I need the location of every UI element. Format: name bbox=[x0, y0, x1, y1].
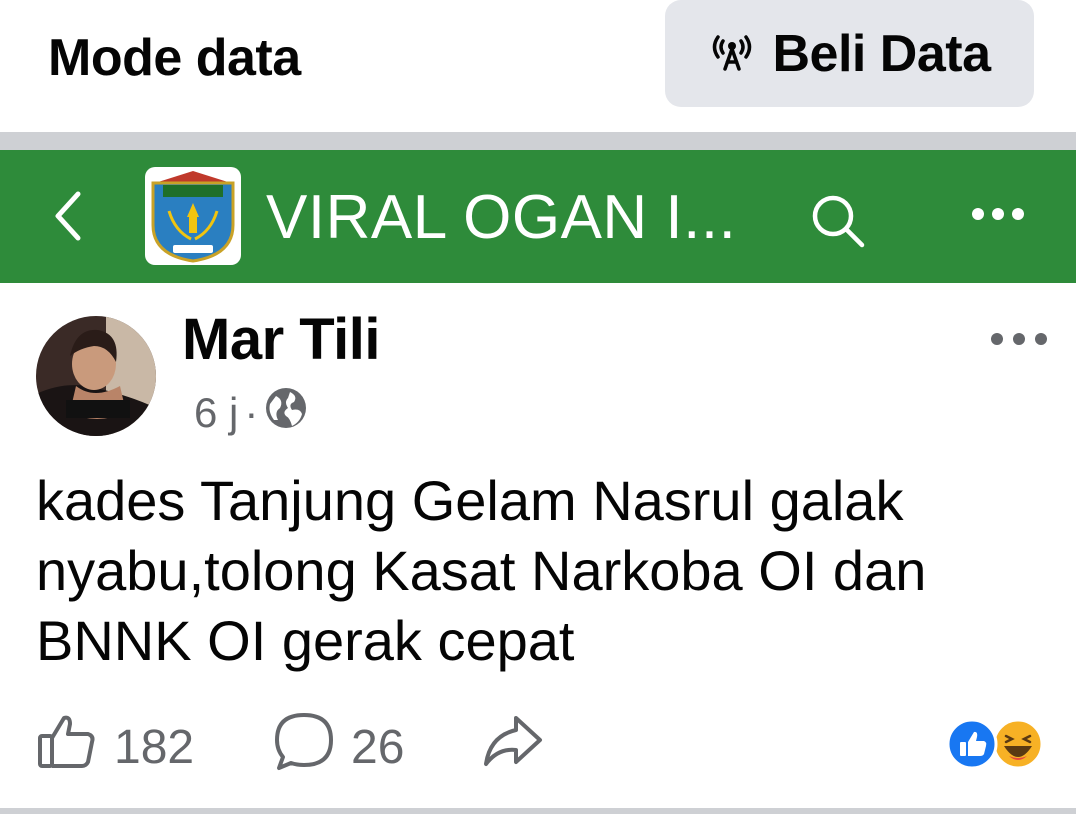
post-more-icon[interactable] bbox=[990, 332, 1048, 351]
section-divider-bottom bbox=[0, 808, 1076, 814]
share-button[interactable] bbox=[482, 712, 544, 782]
data-mode-bar: Mode data Beli Data bbox=[0, 0, 1076, 132]
post-text: kades Tanjung Gelam Nasrul galak nyabu,t… bbox=[36, 469, 927, 672]
like-reaction-icon bbox=[946, 718, 998, 770]
section-divider bbox=[0, 132, 1076, 150]
group-title[interactable]: VIRAL OGAN I... bbox=[266, 182, 736, 253]
group-logo[interactable] bbox=[145, 167, 241, 265]
share-icon bbox=[482, 712, 544, 782]
post-time[interactable]: 6 j bbox=[194, 389, 238, 437]
post-meta: 6 j · bbox=[194, 386, 308, 440]
buy-data-button[interactable]: Beli Data bbox=[665, 0, 1034, 107]
antenna-icon bbox=[708, 29, 756, 78]
avatar[interactable] bbox=[36, 316, 156, 436]
comment-button[interactable]: 26 bbox=[273, 710, 404, 784]
post-author[interactable]: Mar Tili bbox=[182, 306, 380, 373]
more-horizontal-icon[interactable] bbox=[970, 206, 1026, 227]
meta-separator: · bbox=[244, 389, 259, 436]
chevron-left-icon[interactable] bbox=[48, 188, 88, 249]
like-count: 182 bbox=[114, 720, 195, 774]
comment-count: 26 bbox=[351, 720, 405, 774]
group-header: VIRAL OGAN I... bbox=[0, 150, 1076, 283]
thumbs-up-icon bbox=[36, 710, 98, 784]
globe-icon bbox=[264, 386, 308, 440]
buy-data-label: Beli Data bbox=[772, 24, 991, 83]
data-mode-label: Mode data bbox=[48, 29, 301, 87]
haha-reaction-icon bbox=[992, 718, 1044, 770]
search-icon[interactable] bbox=[808, 191, 868, 256]
post-actions: 182 26 bbox=[0, 700, 1076, 790]
comment-icon bbox=[273, 710, 335, 784]
reaction-summary[interactable] bbox=[946, 718, 1046, 770]
like-button[interactable]: 182 bbox=[36, 710, 194, 784]
